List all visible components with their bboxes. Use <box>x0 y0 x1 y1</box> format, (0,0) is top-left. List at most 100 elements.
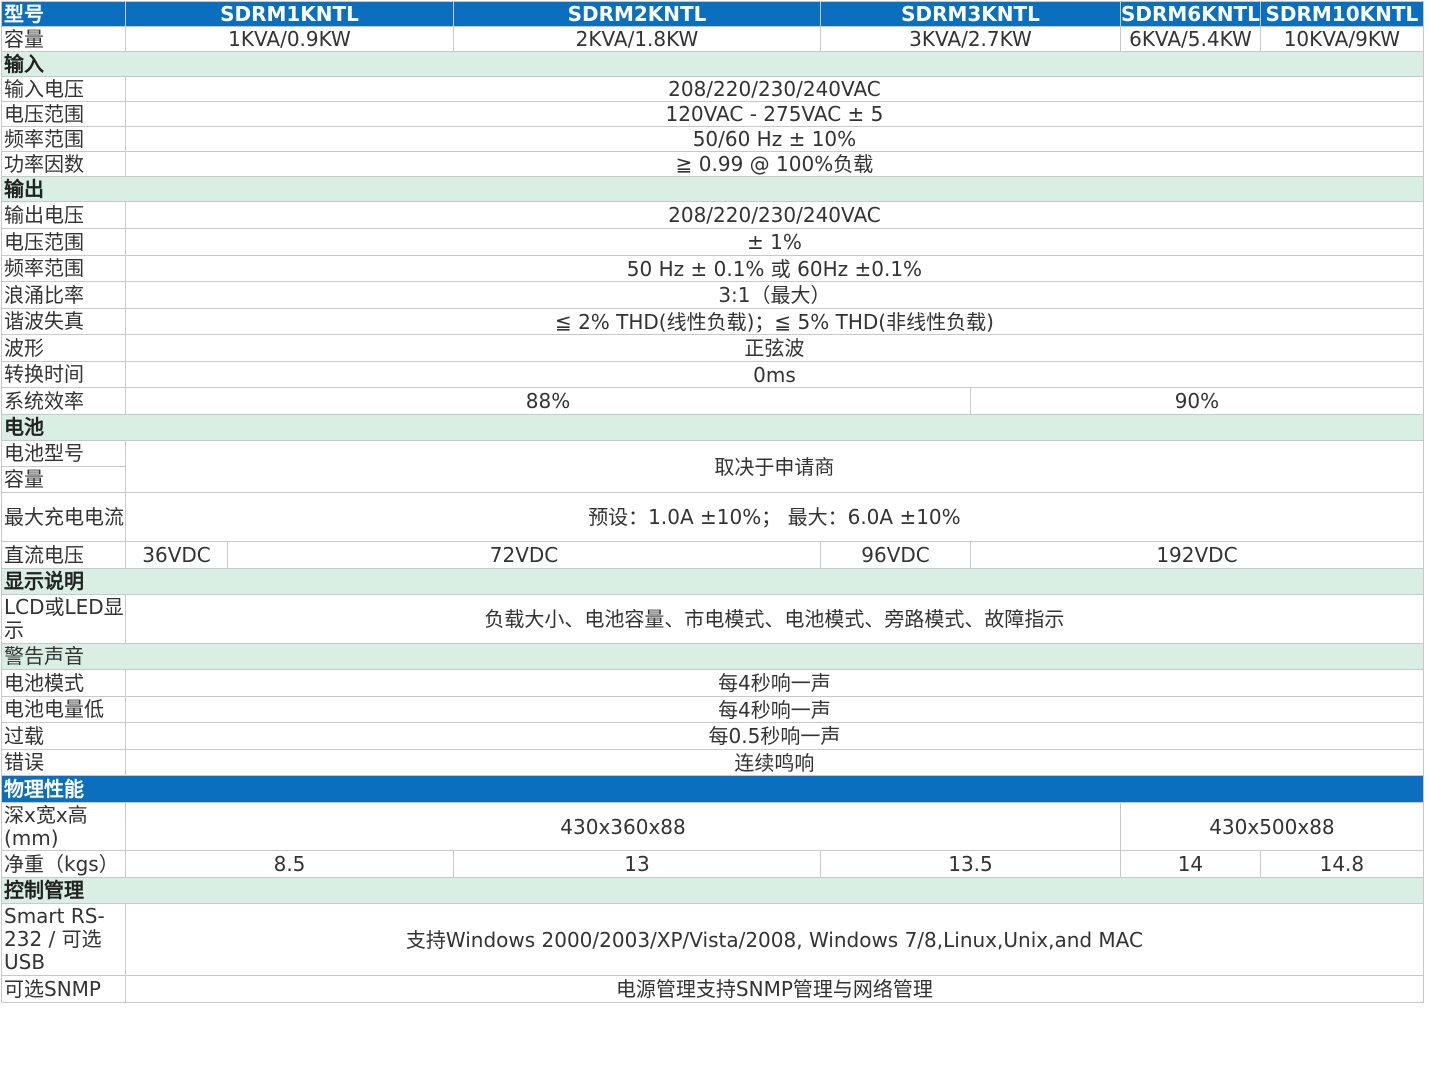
section-title: 输出 <box>1 176 1424 202</box>
row-label: 功率因数 <box>1 151 126 177</box>
table-row: LCD或LED显示 负载大小、电池容量、市电模式、电池模式、旁路模式、故障指示 <box>1 594 1424 644</box>
cell-value: 支持Windows 2000/2003/XP/Vista/2008, Windo… <box>125 903 1424 976</box>
row-label: 转换时间 <box>1 361 126 388</box>
row-label: 频率范围 <box>1 255 126 282</box>
row-label: 电池型号 <box>1 440 126 467</box>
row-label: 电池电量低 <box>1 696 126 723</box>
cell-value: 每4秒响一声 <box>125 669 1424 697</box>
row-label: 频率范围 <box>1 126 126 152</box>
capacity-row: 容量 1KVA/0.9KW 2KVA/1.8KW 3KVA/2.7KW 6KVA… <box>1 26 1424 52</box>
cell-value: 208/220/230/240VAC <box>125 201 1424 229</box>
row-label: 波形 <box>1 334 126 362</box>
model-name: SDRM3KNTL <box>820 1 1121 27</box>
cell-value: 电源管理支持SNMP管理与网络管理 <box>125 975 1424 1003</box>
table-row: Smart RS-232 / 可选USB 支持Windows 2000/2003… <box>1 903 1424 976</box>
cell-value: 96VDC <box>820 541 971 569</box>
row-label: 可选SNMP <box>1 975 126 1003</box>
row-label: 浪涌比率 <box>1 281 126 309</box>
section-title: 输入 <box>1 51 1424 77</box>
row-label: 电压范围 <box>1 228 126 256</box>
cell-value: 负载大小、电池容量、市电模式、电池模式、旁路模式、故障指示 <box>125 594 1424 644</box>
cell-value: 50 Hz ± 0.1% 或 60Hz ±0.1% <box>125 255 1424 282</box>
cell-value: 1KVA/0.9KW <box>125 26 454 52</box>
cell-value: 13 <box>453 850 821 878</box>
cell-value: 13.5 <box>820 850 1121 878</box>
cell-value: 10KVA/9KW <box>1259 26 1424 52</box>
row-label: 错误 <box>1 749 126 776</box>
section-title: 电池 <box>1 414 1424 441</box>
section-title: 控制管理 <box>1 877 1424 904</box>
cell-value: 50/60 Hz ± 10% <box>125 126 1424 152</box>
model-label: 型号 <box>1 1 126 27</box>
cell-value: 3:1（最大） <box>125 281 1424 309</box>
cell-value: ± 1% <box>125 228 1424 256</box>
table-row: 错误 连续鸣响 <box>1 749 1424 776</box>
section-title: 显示说明 <box>1 568 1424 595</box>
row-label: 电池模式 <box>1 669 126 697</box>
table-row: 频率范围 50 Hz ± 0.1% 或 60Hz ±0.1% <box>1 255 1424 282</box>
row-label: 电压范围 <box>1 101 126 127</box>
header-row: 型号 SDRM1KNTL SDRM2KNTL SDRM3KNTL SDRM6KN… <box>1 1 1424 27</box>
model-name: SDRM1KNTL <box>125 1 454 27</box>
row-label: LCD或LED显示 <box>1 594 126 644</box>
model-name: SDRM2KNTL <box>453 1 821 27</box>
row-label: 谐波失真 <box>1 308 126 335</box>
model-name: SDRM10KNTL <box>1259 1 1424 27</box>
row-label: 输入电压 <box>1 76 126 102</box>
row-label: 容量 <box>1 26 126 52</box>
cell-value: 正弦波 <box>125 334 1424 362</box>
row-label: 容量 <box>1 466 126 493</box>
cell-value: 取决于申请商 <box>125 440 1424 493</box>
table-row: 可选SNMP 电源管理支持SNMP管理与网络管理 <box>1 975 1424 1003</box>
table-row: 电压范围 ± 1% <box>1 228 1424 256</box>
table-row: 电池模式 每4秒响一声 <box>1 669 1424 697</box>
cell-value: 72VDC <box>227 541 821 569</box>
row-label: 最大充电电流 <box>1 492 126 542</box>
section-header: 输出 <box>1 176 1424 202</box>
cell-value: 88% <box>125 387 971 415</box>
table-row: 转换时间 0ms <box>1 361 1424 388</box>
row-label: 直流电压 <box>1 541 126 569</box>
row-label: 系统效率 <box>1 387 126 415</box>
table-row: 功率因数 ≧ 0.99 @ 100%负载 <box>1 151 1424 177</box>
row-label: 输出电压 <box>1 201 126 229</box>
cell-value: 14.8 <box>1259 850 1424 878</box>
table-row: 谐波失真 ≦ 2% THD(线性负载)；≦ 5% THD(非线性负载) <box>1 308 1424 335</box>
section-header: 物理性能 <box>1 775 1424 803</box>
section-title: 警告声音 <box>1 643 1424 670</box>
table-row: 频率范围 50/60 Hz ± 10% <box>1 126 1424 152</box>
cell-value: 连续鸣响 <box>125 749 1424 776</box>
model-name: SDRM6KNTL <box>1120 1 1261 27</box>
cell-value: 0ms <box>125 361 1424 388</box>
cell-value: 36VDC <box>125 541 228 569</box>
cell-value: 14 <box>1120 850 1261 878</box>
table-row: 浪涌比率 3:1（最大） <box>1 281 1424 309</box>
table-row: 净重（kgs） 8.5 13 13.5 14 14.8 <box>1 850 1424 878</box>
section-header: 警告声音 <box>1 643 1424 670</box>
cell-value: 每0.5秒响一声 <box>125 722 1424 750</box>
cell-value: 3KVA/2.7KW <box>820 26 1121 52</box>
cell-value: 90% <box>970 387 1424 415</box>
cell-value: 预设：1.0A ±10%； 最大：6.0A ±10% <box>125 492 1424 542</box>
table-row: 波形 正弦波 <box>1 334 1424 362</box>
section-header: 电池 <box>1 414 1424 441</box>
section-header: 显示说明 <box>1 568 1424 595</box>
section-header: 控制管理 <box>1 877 1424 904</box>
section-title: 物理性能 <box>1 775 1424 803</box>
spec-table: 型号 SDRM1KNTL SDRM2KNTL SDRM3KNTL SDRM6KN… <box>1 1 1424 1003</box>
cell-value: 120VAC - 275VAC ± 5 <box>125 101 1424 127</box>
cell-value: 430x500x88 <box>1120 802 1424 851</box>
cell-value: ≦ 2% THD(线性负载)；≦ 5% THD(非线性负载) <box>125 308 1424 335</box>
table-row: 输入电压 208/220/230/240VAC <box>1 76 1424 102</box>
table-row: 电池电量低 每4秒响一声 <box>1 696 1424 723</box>
row-label: Smart RS-232 / 可选USB <box>1 903 126 976</box>
row-label: 深x宽x高(mm) <box>1 802 126 851</box>
cell-value: 430x360x88 <box>125 802 1121 851</box>
cell-value: ≧ 0.99 @ 100%负载 <box>125 151 1424 177</box>
table-row: 电压范围 120VAC - 275VAC ± 5 <box>1 101 1424 127</box>
cell-value: 8.5 <box>125 850 454 878</box>
table-row: 深x宽x高(mm) 430x360x88 430x500x88 <box>1 802 1424 851</box>
table-row: 最大充电电流 预设：1.0A ±10%； 最大：6.0A ±10% <box>1 492 1424 542</box>
section-header: 输入 <box>1 51 1424 77</box>
cell-value: 192VDC <box>970 541 1424 569</box>
